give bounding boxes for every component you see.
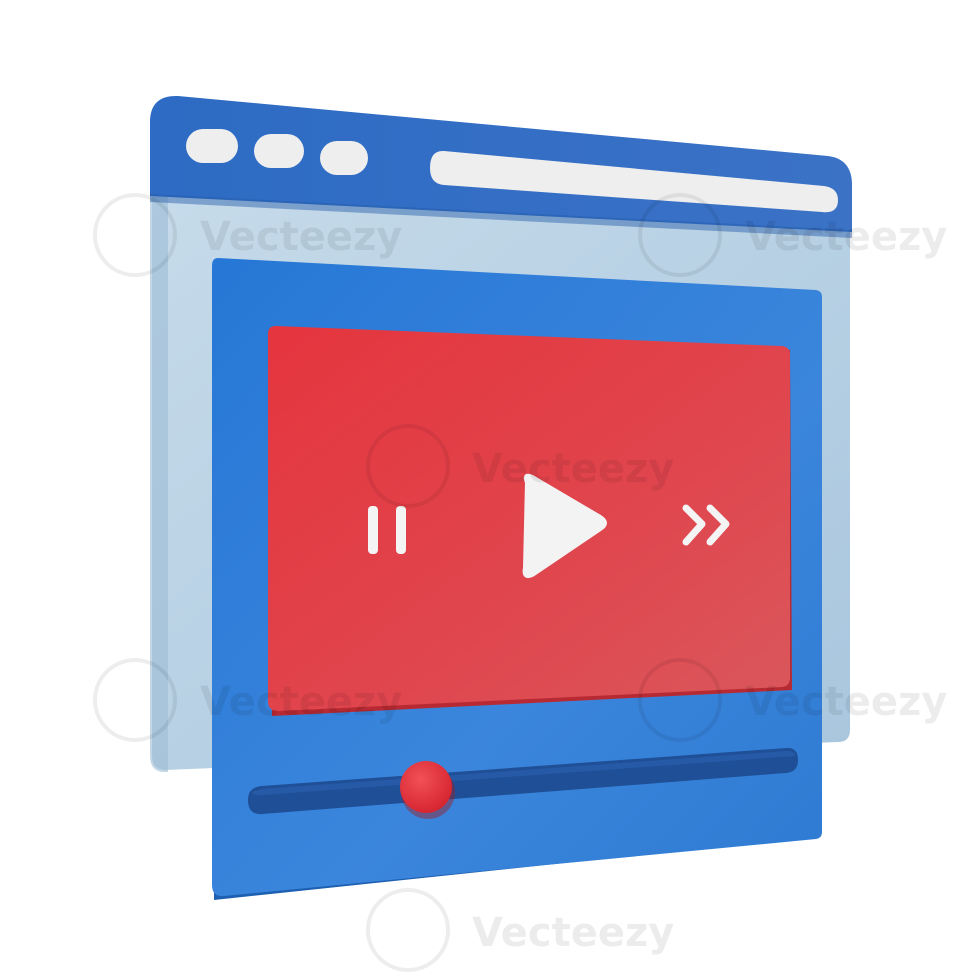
watermark-text: Vecteezy bbox=[745, 214, 947, 260]
watermark-text: Vecteezy bbox=[472, 910, 674, 956]
timeline-handle[interactable] bbox=[400, 761, 452, 813]
window-dot[interactable] bbox=[186, 129, 238, 163]
video-player bbox=[212, 258, 822, 900]
watermark-text: Vecteezy bbox=[200, 679, 402, 725]
watermark-text: Vecteezy bbox=[745, 679, 947, 725]
watermark-text: Vecteezy bbox=[200, 214, 402, 260]
window-dot[interactable] bbox=[254, 134, 304, 168]
browser-window-side bbox=[150, 190, 168, 772]
window-dot[interactable] bbox=[320, 141, 368, 175]
video-browser-illustration: Vecteezy Vecteezy Vecteezy Vecteezy Vect… bbox=[93, 95, 947, 972]
watermark-text: Vecteezy bbox=[472, 446, 674, 492]
watermark-logo-icon bbox=[366, 888, 450, 972]
